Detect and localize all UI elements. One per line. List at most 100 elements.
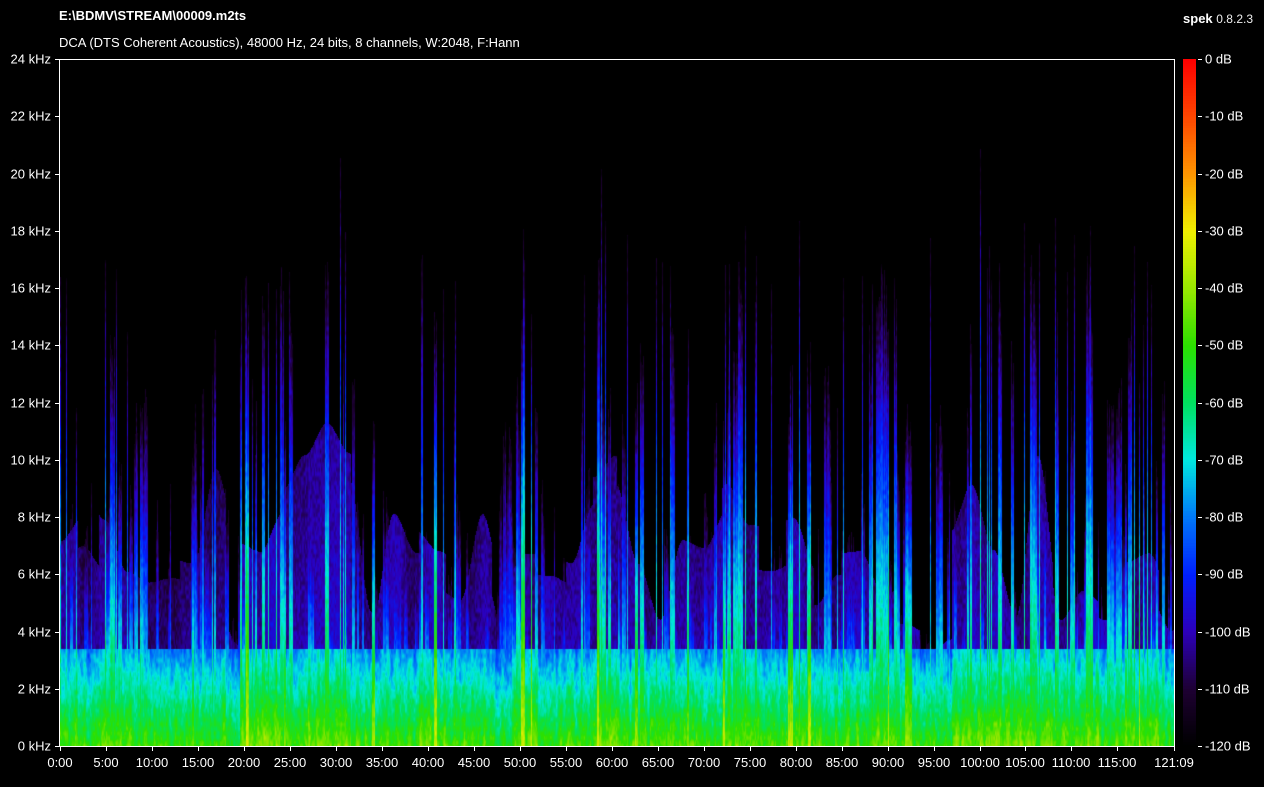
db-tick: [1198, 231, 1202, 232]
time-tick-label: 85:00: [826, 755, 859, 770]
db-tick-label: -110 dB: [1205, 682, 1250, 697]
db-tick-label: -100 dB: [1205, 625, 1251, 640]
time-tick: [198, 747, 199, 751]
time-tick-label: 115:00: [1098, 755, 1137, 770]
frequency-tick-label: 0 kHz: [0, 739, 51, 754]
time-tick-label: 25:00: [274, 755, 307, 770]
frequency-tick: [55, 174, 59, 175]
time-tick: [1071, 747, 1072, 751]
time-tick-label: 20:00: [228, 755, 261, 770]
db-tick: [1198, 574, 1202, 575]
time-tick-label: 121:09: [1154, 755, 1194, 770]
spectrogram-canvas: [60, 60, 1174, 746]
frequency-tick: [55, 460, 59, 461]
time-tick: [382, 747, 383, 751]
time-tick: [244, 747, 245, 751]
frequency-tick-label: 2 kHz: [0, 682, 51, 697]
time-tick-label: 80:00: [780, 755, 813, 770]
db-tick: [1198, 403, 1202, 404]
db-tick: [1198, 174, 1202, 175]
app-brand: spek 0.8.2.3: [1183, 11, 1253, 26]
db-tick: [1198, 460, 1202, 461]
db-tick-label: -10 dB: [1205, 109, 1243, 124]
frequency-tick-label: 8 kHz: [0, 510, 51, 525]
db-tick: [1198, 746, 1202, 747]
time-tick: [290, 747, 291, 751]
frequency-tick-label: 20 kHz: [0, 167, 51, 182]
app-name: spek: [1183, 11, 1213, 26]
time-tick: [428, 747, 429, 751]
frequency-tick-label: 18 kHz: [0, 224, 51, 239]
frequency-tick: [55, 231, 59, 232]
db-tick: [1198, 517, 1202, 518]
frequency-tick: [55, 59, 59, 60]
time-tick: [566, 747, 567, 751]
db-tick-label: -20 dB: [1205, 167, 1243, 182]
time-tick: [612, 747, 613, 751]
file-path-title: E:\BDMV\STREAM\00009.m2ts: [59, 8, 246, 23]
frequency-tick: [55, 574, 59, 575]
time-tick-label: 5:00: [93, 755, 118, 770]
time-tick-label: 0:00: [47, 755, 72, 770]
frequency-tick: [55, 632, 59, 633]
time-tick-label: 50:00: [504, 755, 537, 770]
time-tick: [1025, 747, 1026, 751]
frequency-tick: [55, 689, 59, 690]
app-version: 0.8.2.3: [1216, 12, 1253, 26]
time-tick: [658, 747, 659, 751]
frequency-tick-label: 10 kHz: [0, 453, 51, 468]
time-tick-label: 75:00: [734, 755, 767, 770]
db-tick-label: -40 dB: [1205, 281, 1243, 296]
time-tick-label: 105:00: [1005, 755, 1045, 770]
time-tick-label: 55:00: [550, 755, 583, 770]
time-tick-label: 35:00: [366, 755, 399, 770]
db-tick: [1198, 689, 1202, 690]
time-tick-label: 15:00: [182, 755, 215, 770]
db-tick-label: -30 dB: [1205, 224, 1243, 239]
time-tick-label: 45:00: [458, 755, 491, 770]
frequency-tick: [55, 517, 59, 518]
time-tick-label: 110:00: [1052, 755, 1091, 770]
time-tick-label: 70:00: [688, 755, 721, 770]
time-tick: [888, 747, 889, 751]
time-tick: [750, 747, 751, 751]
time-tick: [842, 747, 843, 751]
frequency-tick-label: 24 kHz: [0, 52, 51, 67]
time-tick: [796, 747, 797, 751]
time-tick: [474, 747, 475, 751]
db-tick: [1198, 59, 1202, 60]
time-tick-label: 100:00: [960, 755, 1000, 770]
time-tick: [336, 747, 337, 751]
frequency-tick: [55, 746, 59, 747]
frequency-tick: [55, 345, 59, 346]
frequency-tick: [55, 116, 59, 117]
frequency-tick: [55, 403, 59, 404]
time-tick-label: 30:00: [320, 755, 353, 770]
time-tick-label: 40:00: [412, 755, 445, 770]
time-tick-label: 10:00: [136, 755, 169, 770]
legend-gradient-bar: [1183, 59, 1196, 747]
time-tick-label: 65:00: [642, 755, 675, 770]
db-tick: [1198, 632, 1202, 633]
db-tick-label: 0 dB: [1205, 52, 1232, 67]
time-tick-label: 90:00: [872, 755, 905, 770]
time-tick: [106, 747, 107, 751]
time-tick: [1174, 747, 1175, 751]
db-tick-label: -90 dB: [1205, 567, 1243, 582]
frequency-tick-label: 6 kHz: [0, 567, 51, 582]
db-tick: [1198, 288, 1202, 289]
db-tick-label: -120 dB: [1205, 739, 1251, 754]
time-tick: [704, 747, 705, 751]
frequency-tick: [55, 288, 59, 289]
time-tick: [934, 747, 935, 751]
db-tick: [1198, 345, 1202, 346]
db-tick-label: -70 dB: [1205, 453, 1243, 468]
db-tick: [1198, 116, 1202, 117]
time-tick: [1117, 747, 1118, 751]
frequency-tick-label: 14 kHz: [0, 338, 51, 353]
time-tick-label: 95:00: [918, 755, 951, 770]
time-tick: [60, 747, 61, 751]
frequency-tick-label: 12 kHz: [0, 396, 51, 411]
frequency-tick-label: 22 kHz: [0, 109, 51, 124]
audio-info-subtitle: DCA (DTS Coherent Acoustics), 48000 Hz, …: [59, 35, 520, 50]
